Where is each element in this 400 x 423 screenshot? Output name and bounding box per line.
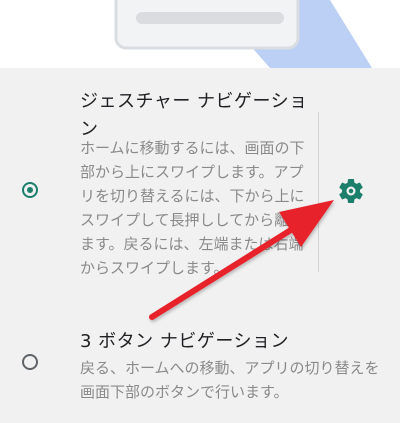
gesture-settings-button[interactable]: [336, 176, 366, 206]
option-divider: [318, 112, 319, 272]
gesture-navigation-description: ホームに移動するには、画面の下部から上にスワイプします。アプリを切り替えるには、…: [80, 139, 305, 277]
gesture-navigation-option[interactable]: ジェスチャー ナビゲーション ホームに移動するには、画面の下部から上にスワイプし…: [0, 68, 400, 304]
three-button-navigation-option[interactable]: 3 ボタン ナビゲーション 戻る、ホームへの移動、アプリの切り替えを画面下部のボ…: [0, 322, 400, 423]
gear-icon: [339, 178, 363, 203]
three-button-navigation-description: 戻る、ホームへの移動、アプリの切り替えを画面下部のボタンで行います。: [80, 359, 380, 401]
navigation-preview-illustration: [0, 0, 400, 68]
three-button-navigation-title: 3 ボタン ナビゲーション: [80, 331, 290, 352]
gesture-navigation-radio[interactable]: [22, 182, 38, 198]
three-button-navigation-radio[interactable]: [22, 354, 38, 370]
